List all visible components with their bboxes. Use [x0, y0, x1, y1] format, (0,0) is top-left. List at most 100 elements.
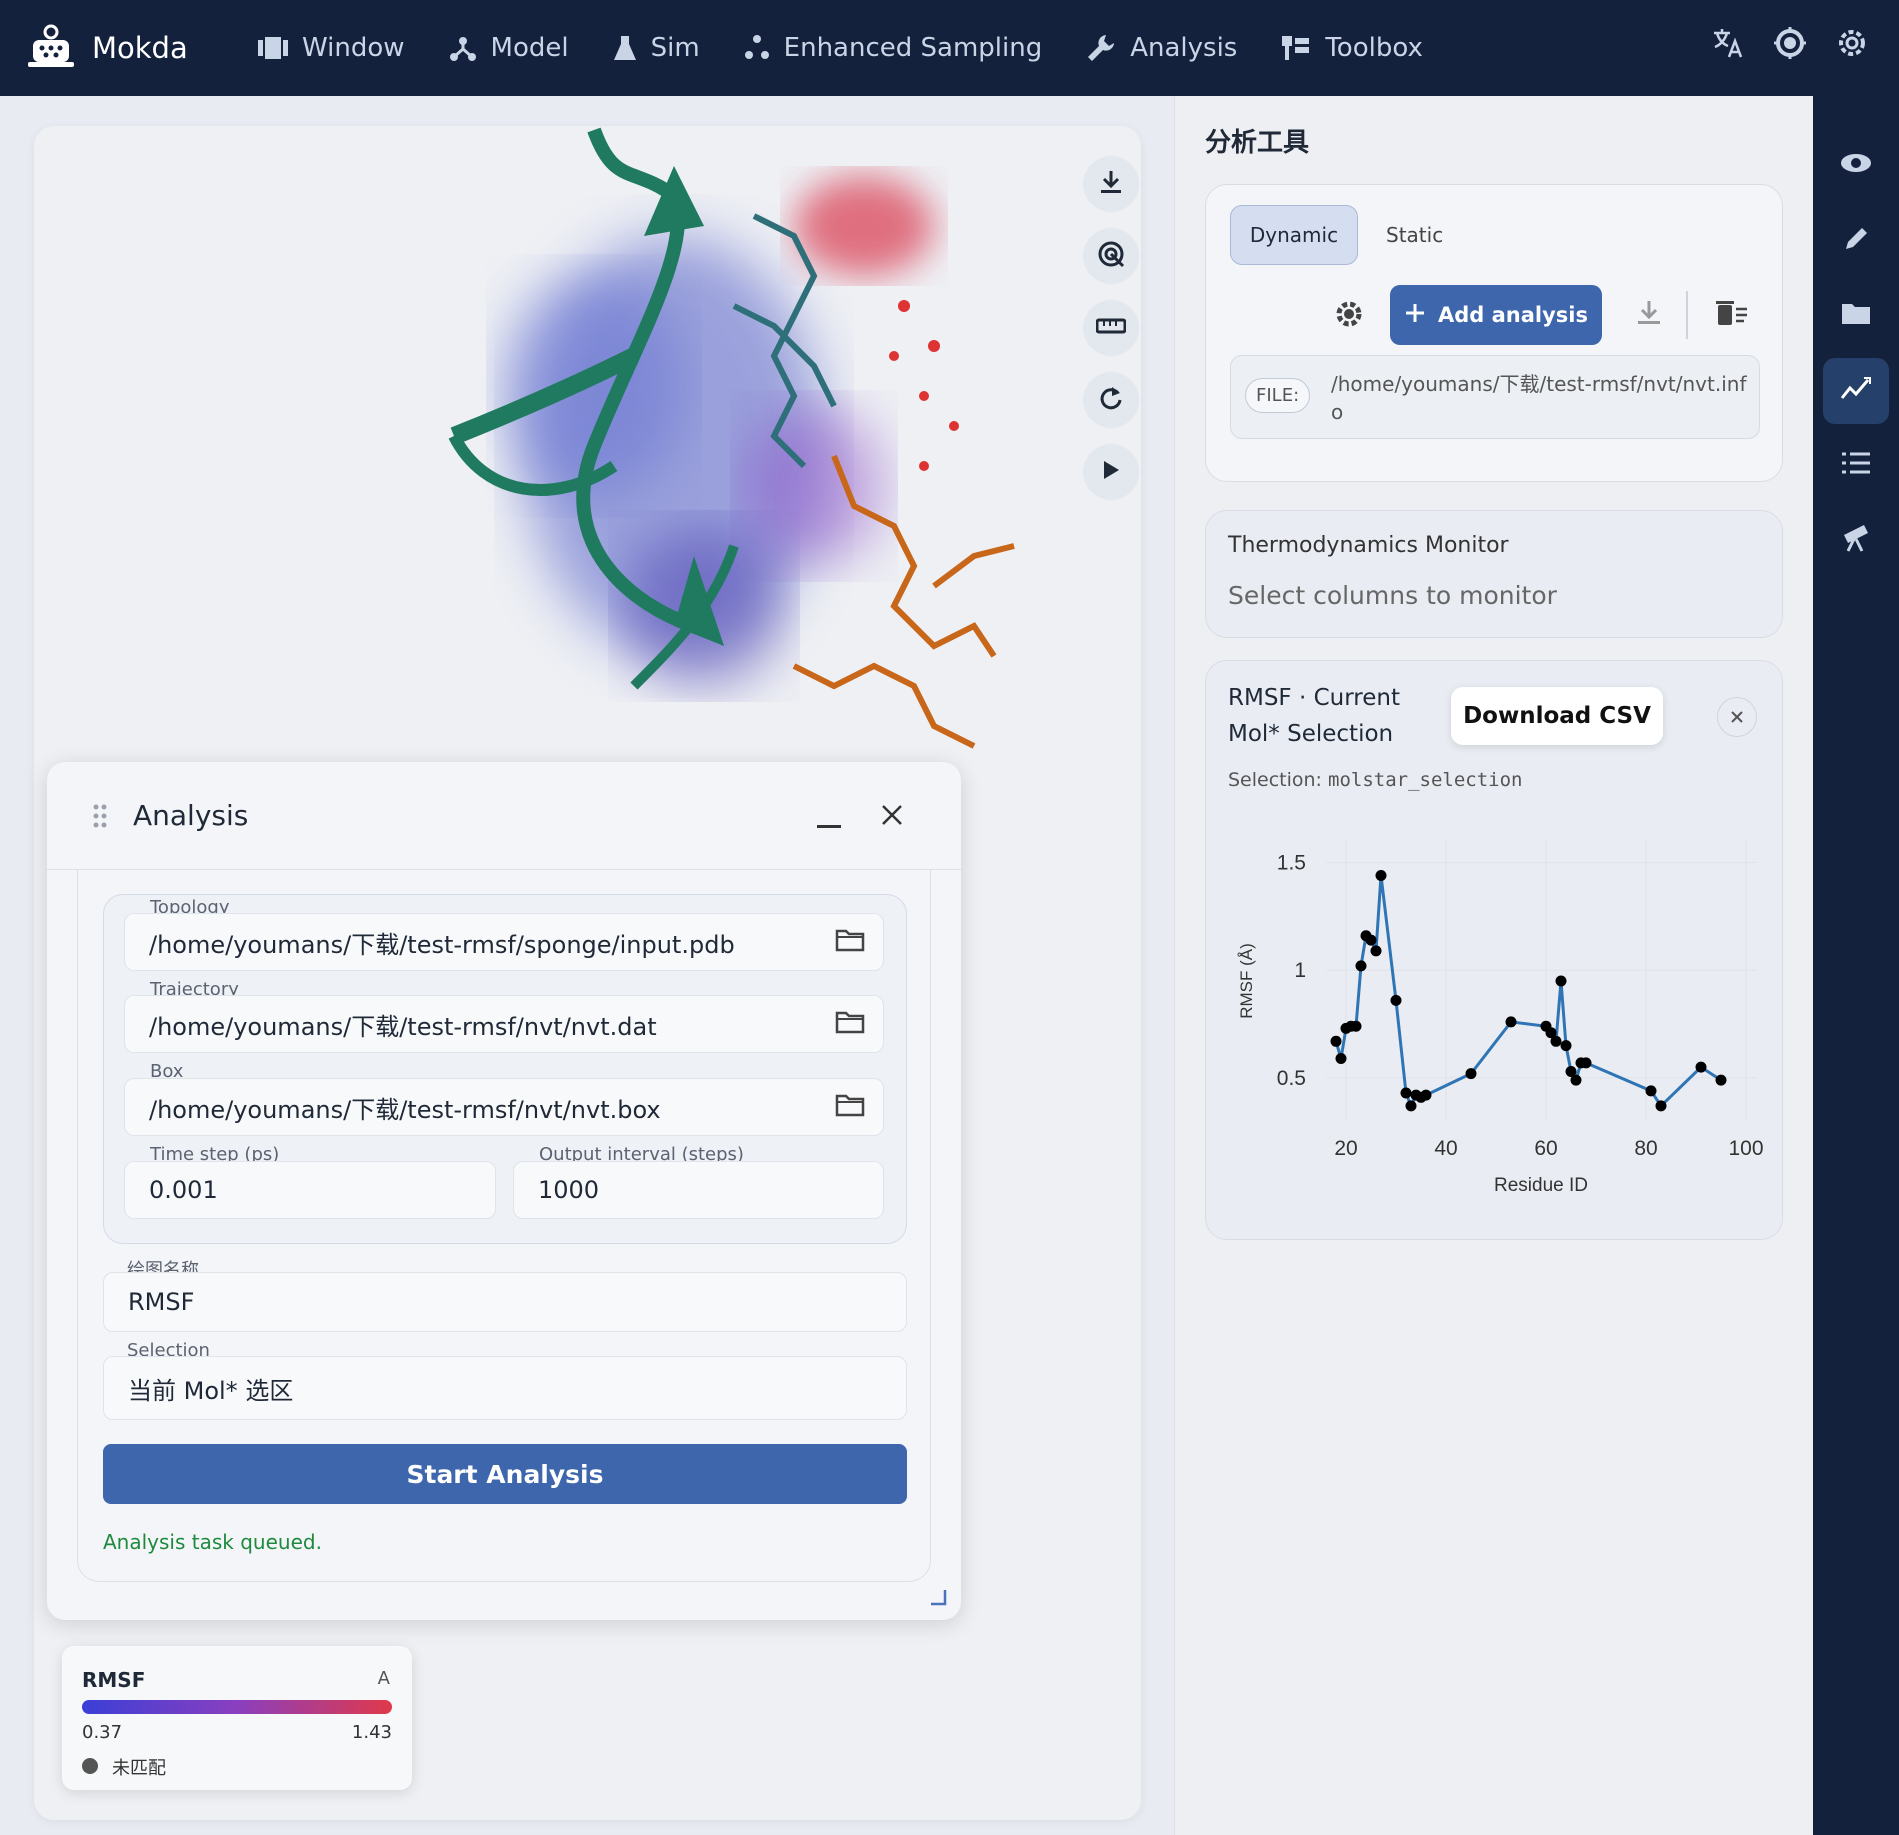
drag-handle-icon[interactable] — [93, 804, 107, 832]
color-legend: RMSF A 0.37 1.43 未匹配 — [62, 1646, 412, 1790]
x-axis-label: Residue ID — [1494, 1175, 1588, 1196]
folder-open-icon[interactable] — [835, 1010, 865, 1040]
theme-icon[interactable] — [1773, 26, 1807, 64]
analysis-status: Analysis task queued. — [103, 1530, 322, 1554]
close-icon[interactable] — [881, 804, 903, 830]
rmsf-data-point — [1365, 934, 1377, 946]
gear-icon[interactable] — [1334, 299, 1364, 333]
rmsf-data-point — [1465, 1068, 1477, 1080]
viewer-play-button[interactable] — [1083, 444, 1139, 500]
mokda-logo-icon — [28, 24, 74, 72]
rmsf-chart[interactable]: 20 40 60 80 100 0.5 1 1.5 Residue ID RMSF (Å) — [1216, 821, 1776, 1221]
ruler-icon — [1095, 316, 1127, 340]
rmsf-data-point — [1335, 1053, 1347, 1065]
menu-toolbox[interactable]: Toolbox — [1281, 33, 1423, 63]
rmsf-data-point — [1330, 1035, 1342, 1047]
menu-model-label: Model — [490, 33, 569, 63]
viewer-download-button[interactable] — [1083, 156, 1139, 212]
trajectory-input[interactable]: /home/youmans/下载/test-rmsf/nvt/nvt.dat — [124, 995, 884, 1053]
box-value: /home/youmans/下载/test-rmsf/nvt/nvt.box — [149, 1095, 661, 1124]
selection-info: Selection: molstar_selection — [1228, 769, 1522, 791]
folder-open-icon[interactable] — [835, 1093, 865, 1123]
sampling-icon — [744, 35, 769, 59]
menu-sim[interactable]: Sim — [613, 33, 700, 63]
minimize-icon[interactable] — [817, 814, 841, 833]
clear-list-icon[interactable] — [1716, 299, 1748, 331]
analysis-panel-title: Analysis — [133, 799, 249, 832]
timestep-input[interactable]: 0.001 — [124, 1161, 496, 1219]
viewer-select-button[interactable] — [1083, 228, 1139, 284]
box-input[interactable]: /home/youmans/下载/test-rmsf/nvt/nvt.box — [124, 1078, 884, 1136]
folder-open-icon[interactable] — [835, 928, 865, 958]
y-tick-label: 1 — [1294, 959, 1306, 982]
resize-handle-icon[interactable] — [929, 1588, 947, 1610]
window-icon — [258, 37, 288, 59]
download-icon[interactable] — [1636, 299, 1662, 331]
add-analysis-button[interactable]: Add analysis — [1390, 285, 1602, 345]
file-value-line2: o — [1331, 400, 1344, 424]
rail-analysis-button[interactable] — [1823, 358, 1889, 424]
rmsf-data-point — [1695, 1061, 1707, 1073]
rail-view-button[interactable] — [1823, 132, 1889, 198]
rmsf-data-point — [1355, 960, 1367, 972]
tab-static[interactable]: Static — [1386, 223, 1443, 247]
rmsf-result-card: RMSF · Current Mol* Selection Download C… — [1205, 660, 1783, 1240]
flask-icon — [613, 36, 636, 60]
close-result-icon[interactable] — [1717, 697, 1757, 737]
side-title: 分析工具 — [1205, 128, 1310, 158]
x-tick-label: 20 — [1334, 1137, 1357, 1160]
file-label: FILE: — [1245, 378, 1311, 413]
x-tick-label: 80 — [1634, 1137, 1657, 1160]
y-tick-label: 0.5 — [1277, 1067, 1306, 1090]
menu-model[interactable]: Model — [449, 33, 569, 63]
rail-edit-button[interactable] — [1823, 208, 1889, 274]
settings-icon[interactable] — [1835, 26, 1869, 64]
legend-title: RMSF — [82, 1668, 146, 1692]
file-field[interactable]: FILE: /home/youmans/下载/test-rmsf/nvt/nvt… — [1230, 355, 1760, 439]
thermo-monitor-card: Thermodynamics Monitor Select columns to… — [1205, 510, 1783, 638]
viewer-reset-button[interactable] — [1083, 372, 1139, 428]
thermo-select[interactable]: Select columns to monitor — [1228, 581, 1557, 610]
rmsf-data-point — [1370, 945, 1382, 957]
plot-name-input[interactable]: RMSF — [103, 1272, 907, 1332]
rmsf-data-point — [1555, 975, 1567, 987]
tab-dynamic[interactable]: Dynamic — [1230, 205, 1358, 265]
pencil-icon — [1842, 225, 1870, 257]
rail-files-button[interactable] — [1823, 282, 1889, 348]
trajectory-value: /home/youmans/下载/test-rmsf/nvt/nvt.dat — [149, 1012, 657, 1041]
selection-value: 当前 Mol* 选区 — [128, 1376, 294, 1405]
interval-input[interactable]: 1000 — [513, 1161, 884, 1219]
rail-list-button[interactable] — [1823, 432, 1889, 498]
rmsf-data-point — [1390, 994, 1402, 1006]
toolbox-icon — [1282, 36, 1310, 60]
divider — [1686, 291, 1688, 339]
reset-rotate-icon — [1098, 385, 1124, 415]
selection-input[interactable]: 当前 Mol* 选区 — [103, 1356, 907, 1420]
selection-code: molstar_selection — [1328, 769, 1523, 791]
download-icon — [1099, 169, 1123, 199]
molecule-render[interactable] — [34, 126, 1141, 766]
menu-enhanced-sampling[interactable]: Enhanced Sampling — [744, 33, 1042, 63]
menu-window[interactable]: Window — [258, 33, 405, 63]
viewer-measure-button[interactable] — [1083, 300, 1139, 356]
wrench-icon — [1088, 35, 1115, 61]
rmsf-data-point — [1560, 1040, 1572, 1052]
rmsf-data-point — [1405, 1100, 1417, 1112]
start-analysis-button[interactable]: Start Analysis — [103, 1444, 907, 1504]
brand[interactable]: Mokda — [28, 24, 258, 72]
analysis-panel-header[interactable]: Analysis — [47, 762, 961, 870]
top-right-actions — [1683, 26, 1869, 64]
analysis-tools-panel: 分析工具 Dynamic Static Add analysis FILE: /… — [1174, 96, 1813, 1835]
translate-icon[interactable] — [1711, 26, 1745, 64]
legend-unmatched: 未匹配 — [112, 1758, 166, 1779]
rmsf-data-point — [1375, 869, 1387, 881]
thermo-title: Thermodynamics Monitor — [1228, 533, 1509, 558]
rail-observe-button[interactable] — [1823, 506, 1889, 572]
legend-gradient-bar — [82, 1700, 392, 1714]
menu-analysis[interactable]: Analysis — [1086, 33, 1237, 63]
download-csv-button[interactable]: Download CSV — [1451, 687, 1663, 745]
y-tick-label: 1.5 — [1277, 852, 1306, 875]
rmsf-data-point — [1655, 1100, 1667, 1112]
topology-input[interactable]: /home/youmans/下载/test-rmsf/sponge/input.… — [124, 913, 884, 971]
legend-min: 0.37 — [82, 1722, 123, 1743]
